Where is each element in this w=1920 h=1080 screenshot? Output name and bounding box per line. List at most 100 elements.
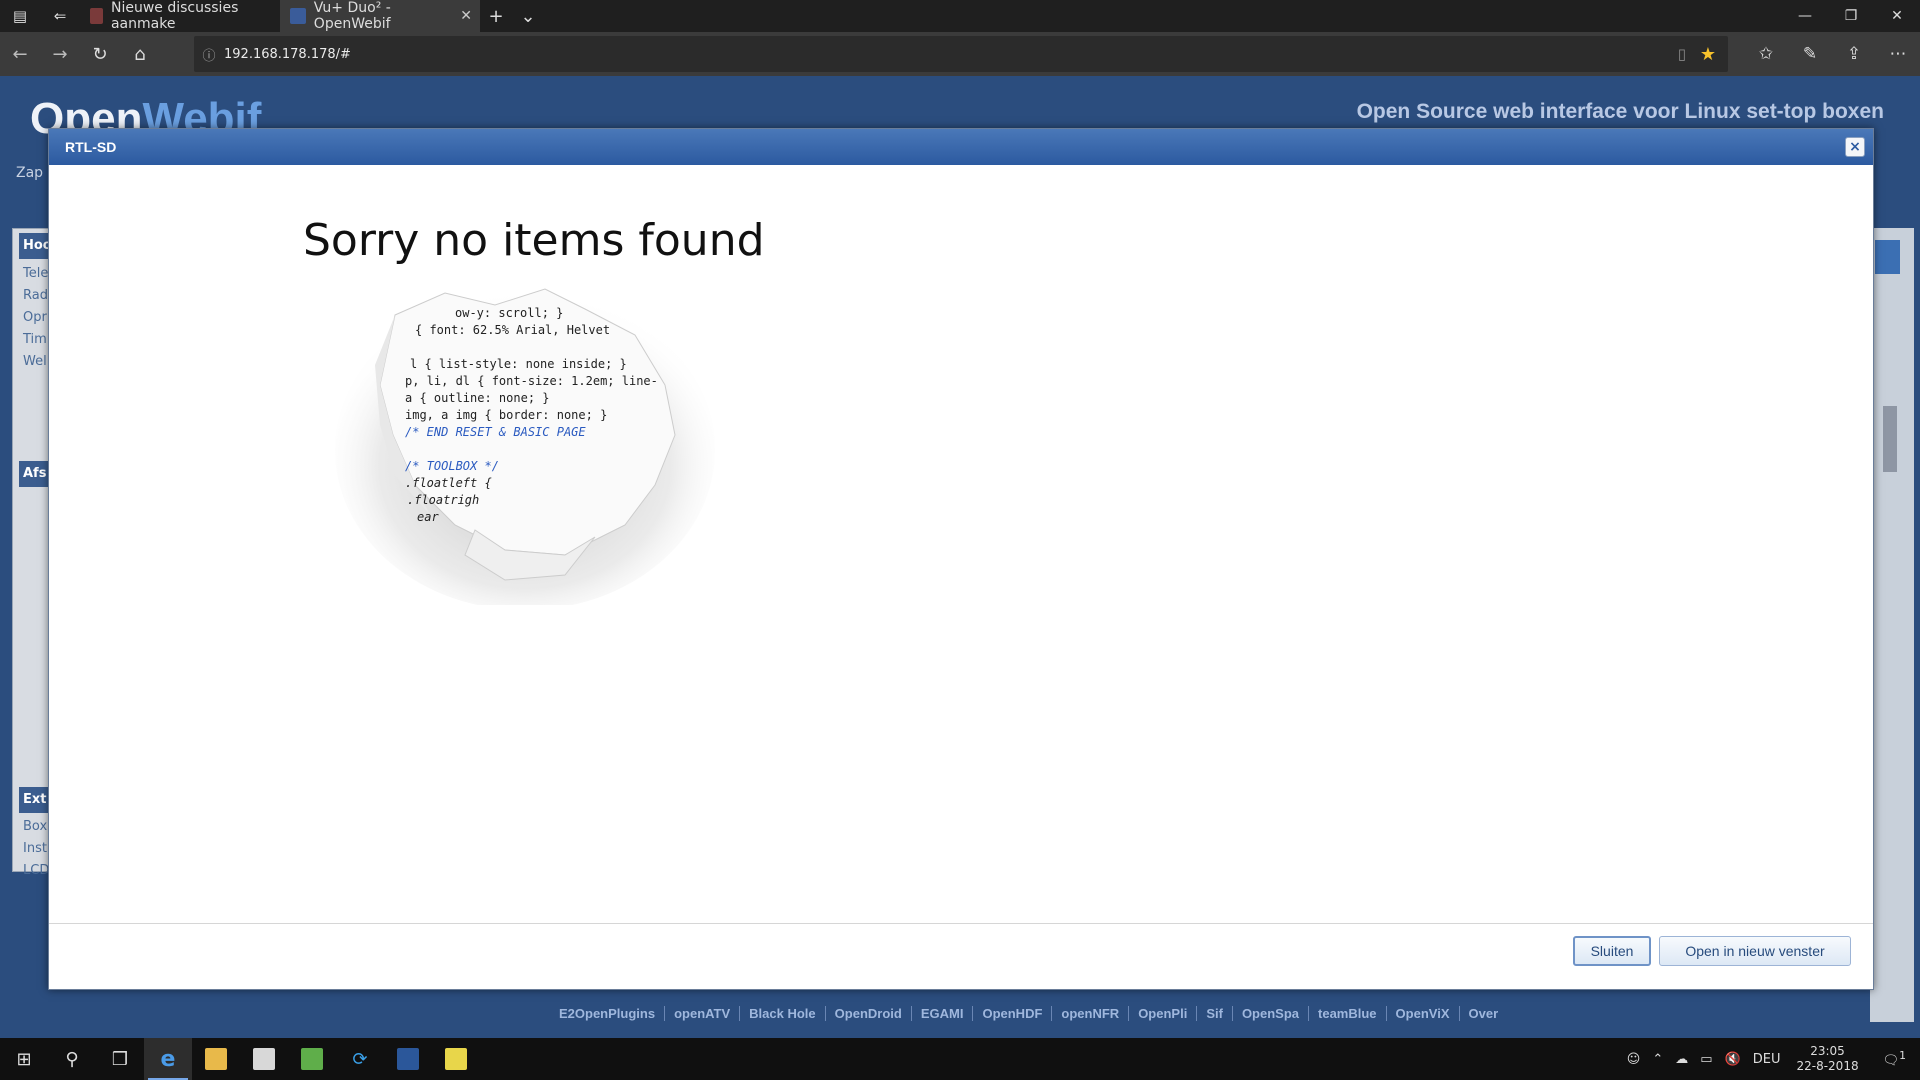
file-explorer-icon[interactable]	[192, 1038, 240, 1080]
footer-link[interactable]: teamBlue	[1309, 1006, 1387, 1021]
footer-link[interactable]: openNFR	[1052, 1006, 1130, 1021]
code-line: p, li, dl { font-size: 1.2em; line-	[405, 374, 658, 388]
info-icon[interactable]: ⓘ	[194, 45, 224, 64]
code-line: a { outline: none; }	[405, 391, 550, 405]
sidebar-link[interactable]: Opr	[23, 310, 47, 325]
code-line: /* TOOLBOX */	[405, 459, 499, 473]
home-icon[interactable]: ⌂	[120, 32, 160, 76]
restore-icon[interactable]: ❐	[1828, 0, 1874, 32]
store-icon[interactable]	[240, 1038, 288, 1080]
dialog-close-icon[interactable]: ×	[1845, 137, 1865, 157]
torn-paper-illustration: ow-y: scroll; } { font: 62.5% Arial, Hel…	[335, 288, 715, 605]
clock-time: 23:05	[1810, 1044, 1845, 1058]
clock[interactable]: 23:05 22-8-2018	[1786, 1044, 1868, 1074]
web-note-icon[interactable]: ✎	[1788, 32, 1832, 76]
no-items-message: Sorry no items found	[303, 215, 765, 266]
footer-link[interactable]: OpenViX	[1387, 1006, 1460, 1021]
footer-link[interactable]: Black Hole	[740, 1006, 826, 1021]
photos-icon[interactable]	[288, 1038, 336, 1080]
edge-icon[interactable]: e	[144, 1038, 192, 1080]
code-line: { font: 62.5% Arial, Helvet	[415, 323, 610, 337]
language-indicator[interactable]: DEU	[1747, 1052, 1787, 1067]
open-new-window-button[interactable]: Open in nieuw venster	[1659, 936, 1851, 966]
footer-link[interactable]: E2OpenPlugins	[550, 1006, 666, 1021]
dialog-body: Sorry no items found ow-y: scroll; } { f…	[49, 165, 1873, 923]
dialog-title: RTL-SD	[49, 129, 1873, 165]
page-slogan: Open Source web interface voor Linux set…	[1356, 100, 1884, 123]
tab-openwebif[interactable]: Vu+ Duo² - OpenWebif ✕	[280, 0, 480, 32]
app-icon[interactable]	[432, 1038, 480, 1080]
set-aside-tabs-icon[interactable]: ⇐	[40, 0, 80, 32]
system-tray: ☺ ⌃ ☁ ▭ 🔇 DEU 23:05 22-8-2018 🗨1	[1621, 1038, 1920, 1080]
footer-link[interactable]: OpenPli	[1129, 1006, 1198, 1021]
code-line: ear	[417, 510, 439, 524]
page-scrollbar[interactable]	[1883, 406, 1897, 472]
code-line: .floatleft {	[405, 476, 492, 490]
clock-date: 22-8-2018	[1796, 1059, 1859, 1073]
share-icon[interactable]: ⇪	[1832, 32, 1876, 76]
sidebar-link[interactable]: Tim	[23, 332, 47, 347]
notifications-icon[interactable]: 🗨1	[1869, 1049, 1920, 1068]
right-panel-header	[1875, 240, 1900, 274]
favicon-icon	[90, 8, 103, 24]
footer-link[interactable]: Over	[1460, 1006, 1508, 1021]
code-line: l { list-style: none inside; }	[410, 357, 627, 371]
code-line: img, a img { border: none; }	[405, 408, 607, 422]
browser-tab-bar: ▤ ⇐ Nieuwe discussies aanmake Vu+ Duo² -…	[0, 0, 1920, 32]
reading-view-icon[interactable]: ▯	[1678, 45, 1686, 63]
browser-tools: ✩ ✎ ⇪ ⋯	[1744, 32, 1920, 76]
footer-link[interactable]: openATV	[665, 1006, 741, 1021]
tab-title: Vu+ Duo² - OpenWebif	[313, 0, 391, 32]
task-view-icon[interactable]: ❒	[96, 1038, 144, 1080]
windows-taskbar: ⊞ ⚲ ❒ e ⟳ ☺ ⌃ ☁ ▭ 🔇 DEU 23:05 22-8-2018 …	[0, 1038, 1920, 1080]
sidebar-link[interactable]: Box	[23, 819, 47, 834]
new-tab-icon[interactable]: +	[480, 0, 512, 32]
favorites-hub-icon[interactable]: ✩	[1744, 32, 1788, 76]
tab-actions-icon[interactable]: ▤	[0, 0, 40, 32]
favicon-icon	[290, 8, 306, 24]
start-icon[interactable]: ⊞	[0, 1038, 48, 1080]
footer-link[interactable]: Sif	[1197, 1006, 1233, 1021]
sidebar-link[interactable]: Wel	[23, 354, 47, 369]
window-controls: — ❐ ✕	[1782, 0, 1920, 32]
dialog-footer: Sluiten Open in nieuw venster	[49, 923, 1873, 991]
search-icon[interactable]: ⚲	[48, 1038, 96, 1080]
close-button[interactable]: Sluiten	[1573, 936, 1651, 966]
code-line: ow-y: scroll; }	[455, 306, 563, 320]
word-icon[interactable]	[384, 1038, 432, 1080]
footer-links: E2OpenPlugins openATV Black Hole OpenDro…	[550, 1006, 1507, 1021]
sidebar: Hoo Tele Rad Opr Tim Wel Afs Ext Box Ins…	[12, 228, 59, 878]
tab-title: Nieuwe discussies aanmake	[110, 0, 239, 32]
channel-dialog: RTL-SD × Sorry no items found ow-y: scro…	[48, 128, 1874, 990]
refresh-icon[interactable]: ↻	[80, 32, 120, 76]
sidebar-link[interactable]: Tele	[23, 266, 48, 281]
zap-label[interactable]: Zap	[16, 165, 43, 181]
network-icon[interactable]: ▭	[1694, 1052, 1718, 1067]
volume-muted-icon[interactable]: 🔇	[1719, 1052, 1747, 1067]
sidebar-link[interactable]: Rad	[23, 288, 48, 303]
close-icon[interactable]: ✕	[1874, 0, 1920, 32]
more-icon[interactable]: ⋯	[1876, 32, 1920, 76]
tab-nieuwe-discussies[interactable]: Nieuwe discussies aanmake	[80, 0, 280, 32]
back-icon[interactable]: ←	[0, 32, 40, 76]
onedrive-icon[interactable]: ☁	[1669, 1052, 1694, 1067]
sidebar-link[interactable]: Inst	[23, 841, 47, 856]
footer-link[interactable]: OpenSpa	[1233, 1006, 1310, 1021]
code-line: .floatrigh	[407, 493, 479, 507]
people-icon[interactable]: ☺	[1621, 1052, 1647, 1067]
footer-link[interactable]: OpenHDF	[973, 1006, 1053, 1021]
forward-icon[interactable]: →	[40, 32, 80, 76]
address-bar: ← → ↻ ⌂ ⓘ 192.168.178.178/# ▯ ★ ✩ ✎ ⇪ ⋯	[0, 32, 1920, 76]
code-line: /* END RESET & BASIC PAGE	[405, 425, 586, 439]
footer-link[interactable]: EGAMI	[912, 1006, 974, 1021]
minimize-icon[interactable]: —	[1782, 0, 1828, 32]
url-field[interactable]: ⓘ 192.168.178.178/# ▯ ★	[194, 36, 1728, 72]
refresh-app-icon[interactable]: ⟳	[336, 1038, 384, 1080]
url-text: 192.168.178.178/#	[224, 46, 351, 62]
favorite-star-icon[interactable]: ★	[1700, 44, 1716, 65]
footer-link[interactable]: OpenDroid	[826, 1006, 912, 1021]
sidebar-link[interactable]: LCD	[23, 863, 49, 878]
chevron-down-icon[interactable]: ⌄	[512, 0, 544, 32]
chevron-up-icon[interactable]: ⌃	[1646, 1052, 1669, 1067]
close-tab-icon[interactable]: ✕	[460, 8, 472, 24]
